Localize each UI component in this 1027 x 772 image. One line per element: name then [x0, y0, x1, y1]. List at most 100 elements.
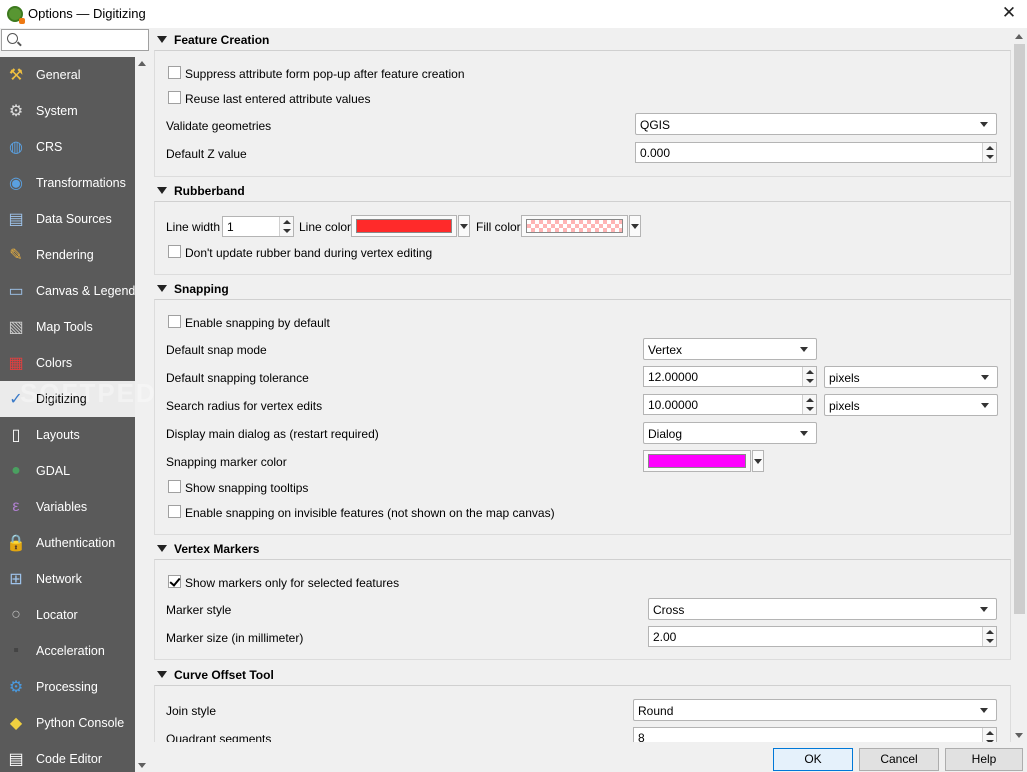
spin-buttons[interactable]: [279, 217, 293, 236]
spin-buttons[interactable]: [802, 367, 816, 386]
marker-color-label: Snapping marker color: [166, 455, 287, 469]
line-color-button[interactable]: [351, 215, 457, 237]
cancel-button[interactable]: Cancel: [859, 748, 939, 771]
sidebar-item-locator[interactable]: ○ Locator: [0, 597, 135, 633]
marker-color-dropdown[interactable]: [752, 450, 764, 472]
sidebar-item-gdal[interactable]: ● GDAL: [0, 453, 135, 489]
sidebar-item-layouts[interactable]: ▯ Layouts: [0, 417, 135, 453]
collapse-triangle-icon[interactable]: [157, 285, 167, 292]
sidebar-item-rendering[interactable]: ✎ Rendering: [0, 237, 135, 273]
spin-buttons[interactable]: [982, 627, 996, 646]
search-radius-unit-combo[interactable]: pixels: [824, 394, 998, 416]
reuse-values-checkbox[interactable]: [168, 91, 181, 104]
collapse-triangle-icon[interactable]: [157, 545, 167, 552]
snap-mode-combo[interactable]: Vertex: [643, 338, 817, 360]
sidebar-item-transformations[interactable]: ◉ Transformations: [0, 165, 135, 201]
line-width-spinbox[interactable]: 1: [222, 216, 294, 237]
join-style-combo[interactable]: Round: [633, 699, 997, 721]
spin-down-icon[interactable]: [986, 639, 994, 643]
sidebar-item-map-tools[interactable]: ▧ Map Tools: [0, 309, 135, 345]
sidebar-item-label: Code Editor: [36, 752, 103, 766]
scroll-up-icon[interactable]: [1015, 34, 1023, 39]
spin-buttons[interactable]: [802, 395, 816, 414]
spin-down-icon[interactable]: [806, 379, 814, 383]
sidebar-item-acceleration[interactable]: ▪ Acceleration: [0, 633, 135, 669]
sidebar-item-network[interactable]: ⊞ Network: [0, 561, 135, 597]
tolerance-spinbox[interactable]: 12.00000: [643, 366, 817, 387]
marker-style-combo[interactable]: Cross: [648, 598, 997, 620]
close-icon[interactable]: ✕: [999, 3, 1019, 23]
sidebar-item-code-editor[interactable]: ▤ Code Editor: [0, 741, 135, 772]
sidebar-item-crs[interactable]: ◍ CRS: [0, 129, 135, 165]
marker-style-label: Marker style: [166, 603, 232, 617]
tolerance-unit-combo[interactable]: pixels: [824, 366, 998, 388]
scroll-down-icon[interactable]: [138, 763, 146, 768]
section-header-snapping[interactable]: Snapping: [153, 279, 1011, 299]
section-header-curve-offset[interactable]: Curve Offset Tool: [153, 665, 1011, 685]
tooltips-checkbox[interactable]: [168, 480, 181, 493]
spin-down-icon[interactable]: [986, 740, 994, 742]
scroll-down-icon[interactable]: [1015, 733, 1023, 738]
quadrant-segments-spinbox[interactable]: 8: [633, 727, 997, 742]
variables-icon: ε: [12, 498, 20, 515]
spin-buttons[interactable]: [982, 143, 996, 162]
spin-up-icon[interactable]: [806, 370, 814, 374]
help-button[interactable]: Help: [945, 748, 1023, 771]
enable-snapping-checkbox[interactable]: [168, 315, 181, 328]
spin-up-icon[interactable]: [806, 398, 814, 402]
spin-up-icon[interactable]: [986, 630, 994, 634]
marker-size-spinbox[interactable]: 2.00: [648, 626, 997, 647]
sidebar-item-authentication[interactable]: 🔒 Authentication: [0, 525, 135, 561]
spin-down-icon[interactable]: [283, 229, 291, 233]
invisible-checkbox[interactable]: [168, 505, 181, 518]
section-header-rubberband[interactable]: Rubberband: [153, 181, 1011, 201]
combo-value: pixels: [829, 399, 860, 413]
spin-up-icon[interactable]: [986, 146, 994, 150]
collapse-triangle-icon[interactable]: [157, 671, 167, 678]
search-radius-label: Search radius for vertex edits: [166, 399, 323, 413]
sidebar-item-python-console[interactable]: ◆ Python Console: [0, 705, 135, 741]
fill-color-dropdown[interactable]: [629, 215, 641, 237]
section-header-vertex-markers[interactable]: Vertex Markers: [153, 539, 1011, 559]
fill-color-button[interactable]: [521, 215, 628, 237]
scroll-up-icon[interactable]: [138, 61, 146, 66]
search-box[interactable]: [1, 29, 149, 51]
spin-buttons[interactable]: [982, 728, 996, 742]
sidebar-item-processing[interactable]: ⚙ Processing: [0, 669, 135, 705]
display-main-combo[interactable]: Dialog: [643, 422, 817, 444]
section-header-feature-creation[interactable]: Feature Creation: [153, 30, 1011, 50]
sidebar-item-data-sources[interactable]: ▤ Data Sources: [0, 201, 135, 237]
spin-up-icon[interactable]: [986, 731, 994, 735]
default-z-spinbox[interactable]: 0.000: [635, 142, 997, 163]
sidebar-item-system[interactable]: ⚙ System: [0, 93, 135, 129]
scroll-thumb[interactable]: [1014, 44, 1025, 614]
ok-button[interactable]: OK: [773, 748, 853, 771]
collapse-triangle-icon[interactable]: [157, 187, 167, 194]
invisible-label: Enable snapping on invisible features (n…: [185, 506, 555, 520]
collapse-triangle-icon[interactable]: [157, 36, 167, 43]
dont-update-checkbox[interactable]: [168, 245, 181, 258]
only-selected-checkbox[interactable]: [168, 575, 181, 588]
marker-color-button[interactable]: [643, 450, 751, 472]
search-input[interactable]: [22, 32, 142, 48]
sidebar-item-variables[interactable]: ε Variables: [0, 489, 135, 525]
suppress-popup-checkbox[interactable]: [168, 66, 181, 79]
content-scrollbar[interactable]: [1012, 30, 1027, 742]
sidebar-item-colors[interactable]: ▦ Colors: [0, 345, 135, 381]
sidebar-scrollbar[interactable]: [135, 57, 149, 772]
sidebar-item-canvas-legend[interactable]: ▭ Canvas & Legend: [0, 273, 135, 309]
chevron-down-icon: [800, 431, 808, 436]
data-sources-icon: ▤: [8, 211, 24, 228]
line-color-dropdown[interactable]: [458, 215, 470, 237]
validate-geometries-combo[interactable]: QGIS: [635, 113, 997, 135]
spin-down-icon[interactable]: [806, 407, 814, 411]
combo-value: pixels: [829, 371, 860, 385]
sidebar-item-general[interactable]: ⚒ General: [0, 57, 135, 93]
authentication-icon: 🔒: [6, 535, 26, 552]
sidebar-item-label: Variables: [36, 500, 88, 514]
sidebar-item-label: Locator: [36, 608, 78, 622]
search-radius-spinbox[interactable]: 10.00000: [643, 394, 817, 415]
spin-up-icon[interactable]: [283, 220, 291, 224]
sidebar-item-label: Canvas & Legend: [36, 284, 135, 298]
spin-down-icon[interactable]: [986, 155, 994, 159]
